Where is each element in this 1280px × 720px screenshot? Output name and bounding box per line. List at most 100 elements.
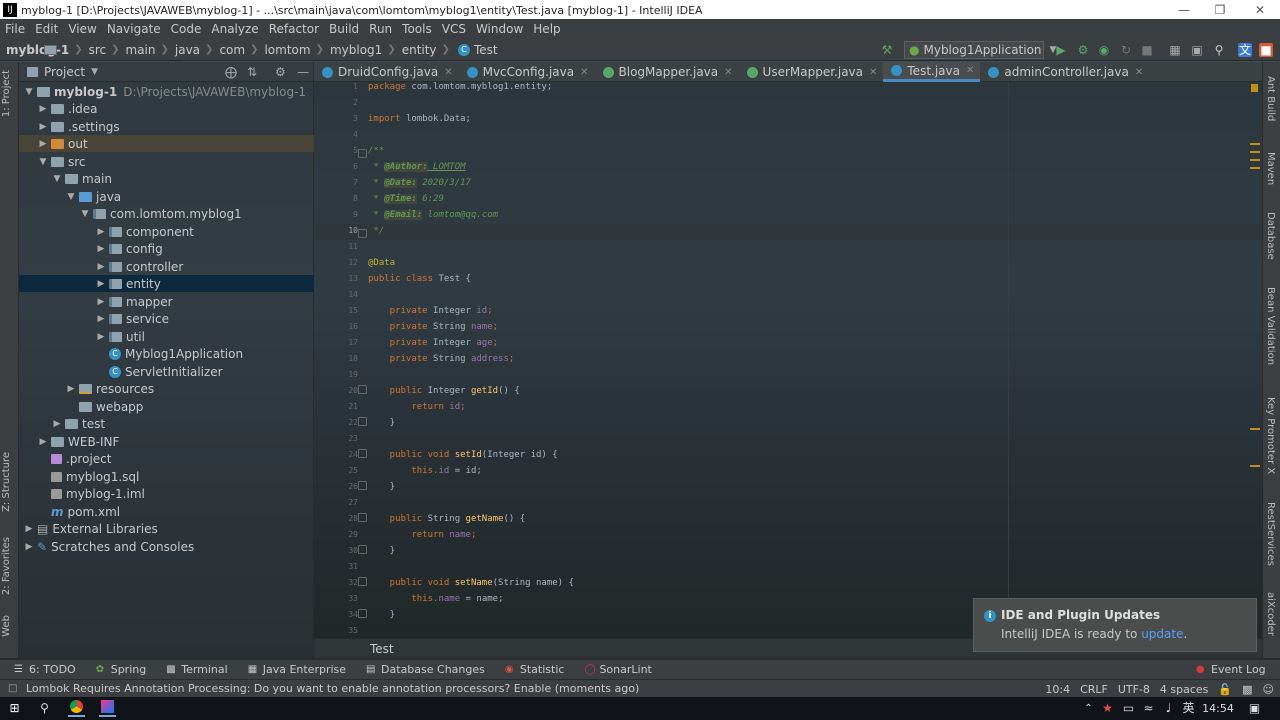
- key-promoter-tool-button[interactable]: Key Promoter X: [1265, 397, 1276, 474]
- menu-file[interactable]: File: [0, 22, 30, 36]
- intellij-taskbar-icon[interactable]: [99, 700, 116, 717]
- tree-item-out[interactable]: ▶ out: [19, 135, 314, 152]
- tab-mvcconfig[interactable]: MvcConfig.java ✕: [459, 62, 595, 82]
- database-changes-tool-button[interactable]: ▤ Database Changes: [356, 663, 495, 676]
- tree-item-iml-file[interactable]: myblog-1.iml: [19, 485, 314, 502]
- menu-refactor[interactable]: Refactor: [264, 22, 324, 36]
- close-icon[interactable]: ✕: [1240, 0, 1280, 20]
- event-log-button[interactable]: ● Event Log: [1186, 663, 1276, 676]
- tree-item-sql-file[interactable]: myblog1.sql: [19, 468, 314, 485]
- java-enterprise-tool-button[interactable]: ▦ Java Enterprise: [238, 663, 356, 676]
- status-toggle-icon[interactable]: □: [8, 683, 17, 694]
- chrome-icon[interactable]: [68, 700, 85, 717]
- tree-item-resources[interactable]: ▶ resources: [19, 380, 314, 397]
- chevron-down-icon[interactable]: ▼: [91, 67, 98, 77]
- database-tool-button[interactable]: Database: [1265, 212, 1276, 260]
- code-editor[interactable]: 1 2 3 4 5 6 7 8 9 10 11 12 13 14 15 16 1…: [314, 82, 1262, 638]
- tree-item-component[interactable]: ▶ component: [19, 223, 314, 240]
- aixcoder-tool-button[interactable]: aiXcoder: [1265, 592, 1276, 636]
- ime-indicator[interactable]: 英: [1180, 700, 1197, 717]
- tree-item-webapp[interactable]: webapp: [19, 398, 314, 415]
- tree-item-web-inf[interactable]: ▶ WEB-INF: [19, 433, 314, 450]
- run-icon[interactable]: ▶: [1054, 43, 1068, 57]
- menu-view[interactable]: View: [63, 22, 101, 36]
- update-notification[interactable]: i IDE and Plugin Updates IntelliJ IDEA i…: [973, 598, 1257, 652]
- windows-start-icon[interactable]: ⊞: [6, 700, 23, 717]
- close-icon[interactable]: ✕: [1135, 67, 1143, 78]
- warning-marker[interactable]: [1251, 84, 1258, 92]
- warning-marker[interactable]: [1250, 167, 1260, 169]
- ant-build-tool-button[interactable]: Ant Build: [1265, 76, 1276, 121]
- fold-marker[interactable]: [358, 449, 367, 458]
- tab-admincontroller[interactable]: adminController.java ✕: [980, 62, 1149, 82]
- menu-vcs[interactable]: VCS: [437, 22, 471, 36]
- menu-window[interactable]: Window: [471, 22, 528, 36]
- indent-setting[interactable]: 4 spaces: [1160, 683, 1209, 696]
- crumb-main[interactable]: main ❯: [44, 43, 169, 57]
- statistic-tool-button[interactable]: ◉ Statistic: [495, 663, 575, 676]
- fold-marker[interactable]: [358, 545, 367, 554]
- profile-icon[interactable]: ↻: [1119, 43, 1133, 57]
- clock[interactable]: 14:54: [1200, 700, 1236, 717]
- fold-marker[interactable]: [358, 513, 367, 522]
- menu-help[interactable]: Help: [528, 22, 565, 36]
- warning-marker[interactable]: [1250, 151, 1260, 153]
- warning-marker[interactable]: [1250, 428, 1260, 430]
- close-icon[interactable]: ✕: [580, 67, 588, 78]
- tree-item-main[interactable]: ▼ main: [19, 170, 314, 187]
- tree-item-test[interactable]: ▶ test: [19, 415, 314, 432]
- volume-icon[interactable]: ♩: [1160, 700, 1177, 717]
- close-icon[interactable]: ✕: [869, 67, 877, 78]
- tree-item-external-libraries[interactable]: ▶ ▤ External Libraries: [19, 520, 314, 537]
- chevron-up-icon[interactable]: ⌃: [1080, 700, 1097, 717]
- sonarlint-tool-button[interactable]: ◯ SonarLint: [574, 663, 661, 676]
- terminal-tool-button[interactable]: ▩ Terminal: [156, 663, 238, 676]
- wifi-icon[interactable]: ≈: [1140, 700, 1157, 717]
- bean-validation-tool-button[interactable]: Bean Validation: [1265, 287, 1276, 365]
- search-icon[interactable]: ⚲: [1212, 43, 1226, 57]
- locate-icon[interactable]: ⨁: [225, 65, 237, 79]
- debug-icon[interactable]: ⚙: [1076, 43, 1090, 57]
- crumb-entity[interactable]: entity ❯: [44, 43, 450, 57]
- restore-icon[interactable]: ❐: [1200, 0, 1240, 20]
- tree-item-entity[interactable]: ▶ entity: [19, 275, 314, 292]
- maven-tool-button[interactable]: Maven: [1265, 152, 1276, 185]
- tab-usermapper[interactable]: UserMapper.java ✕: [739, 62, 884, 82]
- crumb-com[interactable]: com ❯: [44, 43, 258, 57]
- tray-app-icon[interactable]: ★: [1099, 700, 1116, 717]
- todo-tool-button[interactable]: ☰ 6: TODO: [0, 663, 86, 676]
- warning-marker[interactable]: [1250, 465, 1260, 467]
- fold-marker[interactable]: [358, 385, 367, 394]
- update-link[interactable]: update: [1141, 627, 1183, 641]
- coverage-icon[interactable]: ◉: [1097, 43, 1111, 57]
- tree-item-project-root[interactable]: ▼ myblog-1 D:\Projects\JAVAWEB\myblog-1: [19, 83, 314, 100]
- fold-marker[interactable]: [358, 417, 367, 426]
- action-center-icon[interactable]: ▣: [1246, 700, 1263, 717]
- tree-item-pom[interactable]: m pom.xml: [19, 503, 314, 520]
- memory-icon[interactable]: ▩: [1242, 683, 1252, 696]
- crumb-src[interactable]: src ❯: [44, 43, 120, 57]
- crumb-java[interactable]: java ❯: [44, 43, 213, 57]
- build-hammer-icon[interactable]: ⚒: [880, 43, 894, 57]
- warning-marker[interactable]: [1250, 159, 1260, 161]
- search-icon[interactable]: ⚲: [36, 700, 53, 717]
- tree-item-myblog1application[interactable]: C Myblog1Application: [19, 345, 314, 362]
- minimize-icon[interactable]: —: [1164, 0, 1204, 20]
- tab-druidconfig[interactable]: DruidConfig.java ✕: [314, 62, 459, 82]
- project-structure-icon[interactable]: ▦: [1168, 43, 1182, 57]
- structure-tool-button[interactable]: Z: Structure: [1, 452, 12, 512]
- menu-navigate[interactable]: Navigate: [102, 22, 166, 36]
- tree-item-settings[interactable]: ▶ .settings: [19, 118, 314, 135]
- lock-icon[interactable]: 🔓: [1218, 683, 1232, 696]
- menu-tools[interactable]: Tools: [397, 22, 437, 36]
- tree-item-project-file[interactable]: .project: [19, 450, 314, 467]
- battery-icon[interactable]: ▭: [1120, 700, 1137, 717]
- web-tool-button[interactable]: Web: [1, 615, 12, 637]
- tree-item-java[interactable]: ▼ java: [19, 188, 314, 205]
- menu-analyze[interactable]: Analyze: [206, 22, 263, 36]
- crumb-lomtom[interactable]: lomtom ❯: [44, 43, 324, 57]
- restservices-tool-button[interactable]: RestServices: [1265, 502, 1276, 566]
- translate-icon[interactable]: 文: [1238, 43, 1252, 57]
- menu-build[interactable]: Build: [324, 22, 364, 36]
- tree-item-servletinitializer[interactable]: C ServletInitializer: [19, 363, 314, 380]
